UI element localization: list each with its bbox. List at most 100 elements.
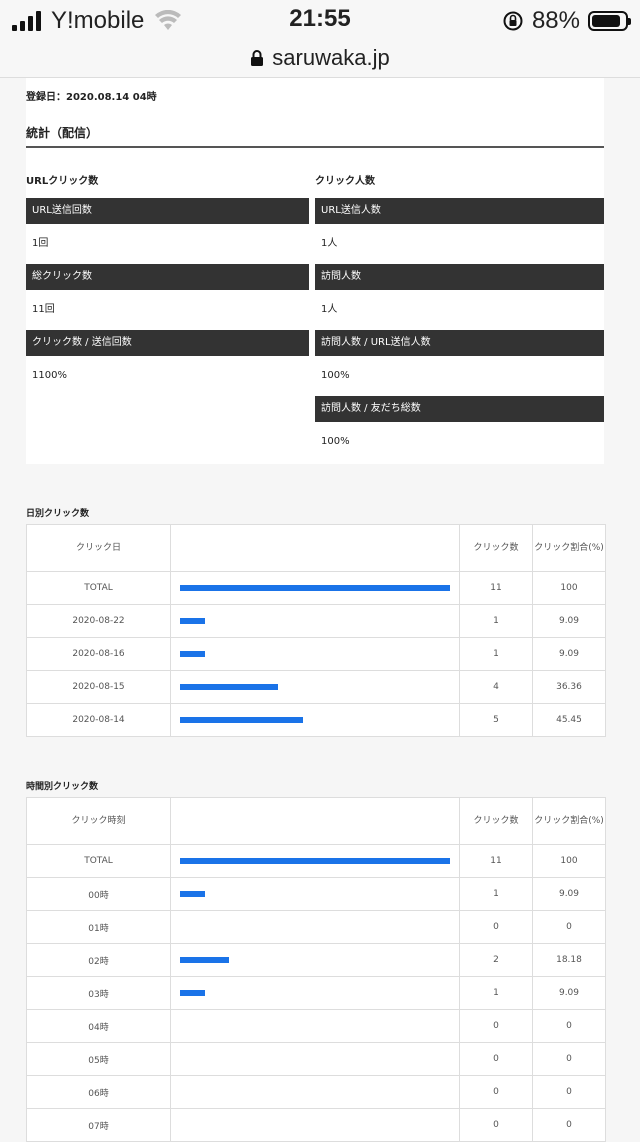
table-row: 2020-08-14 5 45.45 <box>26 703 606 737</box>
column-header: クリック割合(%) <box>532 797 606 845</box>
click-bar <box>180 957 229 963</box>
daily-table-title: 日別クリック数 <box>26 509 90 519</box>
click-bar <box>180 858 450 864</box>
column-header: クリック時刻 <box>26 797 171 845</box>
bar-cell <box>170 877 460 911</box>
click-count: 0 <box>459 1075 533 1109</box>
rotation-lock-icon <box>503 11 523 31</box>
click-percent: 100 <box>532 844 606 878</box>
bar-track <box>180 618 205 624</box>
bar-track <box>180 957 229 963</box>
click-people-title: クリック人数 <box>315 176 375 187</box>
stat-label: URL送信回数 <box>26 198 309 224</box>
hourly-table-title: 時間別クリック数 <box>26 782 99 792</box>
registered-date: 登録日：2020.08.14 04時 <box>26 92 157 103</box>
click-count: 4 <box>459 670 533 704</box>
click-percent: 0 <box>532 1108 606 1142</box>
bar-cell <box>170 1075 460 1109</box>
click-count: 1 <box>459 604 533 638</box>
stat-label: 訪問人数 / 友だち総数 <box>315 396 604 422</box>
click-count: 5 <box>459 703 533 737</box>
click-percent: 0 <box>532 1009 606 1043</box>
click-count: 0 <box>459 1009 533 1043</box>
bar-cell <box>170 1108 460 1142</box>
click-count: 11 <box>459 571 533 605</box>
row-label: 02時 <box>26 943 171 977</box>
bar-track <box>180 990 205 996</box>
bar-track <box>180 858 450 864</box>
column-header: クリック数 <box>459 524 533 572</box>
click-percent: 9.09 <box>532 877 606 911</box>
stat-label: 訪問人数 / URL送信人数 <box>315 330 604 356</box>
table-row: 2020-08-22 1 9.09 <box>26 604 606 638</box>
click-count: 2 <box>459 943 533 977</box>
stat-value: 1回 <box>32 238 49 249</box>
click-percent: 0 <box>532 1042 606 1076</box>
row-label: 2020-08-22 <box>26 604 171 638</box>
stat-value: 1人 <box>321 304 338 315</box>
daily-clicks-table: クリック日 クリック数 クリック割合(%) TOTAL 11 100 2020-08-… <box>26 524 606 737</box>
click-bar <box>180 585 450 591</box>
click-bar <box>180 891 205 897</box>
click-count: 1 <box>459 976 533 1010</box>
click-count: 0 <box>459 1042 533 1076</box>
table-header-row: クリック時刻 クリック数 クリック割合(%) <box>26 797 606 845</box>
click-percent: 0 <box>532 1075 606 1109</box>
stat-value: 1人 <box>321 238 338 249</box>
bar-cell <box>170 943 460 977</box>
row-label: 03時 <box>26 976 171 1010</box>
click-percent: 45.45 <box>532 703 606 737</box>
table-row: 2020-08-16 1 9.09 <box>26 637 606 671</box>
stat-value: 1100% <box>32 370 67 381</box>
bar-track <box>180 684 278 690</box>
bar-cell <box>170 844 460 878</box>
stat-value: 100% <box>321 436 350 447</box>
click-count: 11 <box>459 844 533 878</box>
table-row: 06時 0 0 <box>26 1075 606 1109</box>
hourly-clicks-table: クリック時刻 クリック数 クリック割合(%) TOTAL 11 100 00時 1 9.0… <box>26 797 606 1142</box>
click-bar <box>180 717 303 723</box>
bar-cell <box>170 976 460 1010</box>
table-row: 02時 2 18.18 <box>26 943 606 977</box>
bar-cell <box>170 571 460 605</box>
click-percent: 36.36 <box>532 670 606 704</box>
bar-track <box>180 717 303 723</box>
column-header: クリック数 <box>459 797 533 845</box>
click-bar <box>180 618 205 624</box>
address-bar[interactable]: saruwaka.jp <box>0 38 640 78</box>
bar-track <box>180 651 205 657</box>
bar-track <box>180 585 450 591</box>
table-row: TOTAL 11 100 <box>26 571 606 605</box>
click-count: 1 <box>459 637 533 671</box>
table-row: 05時 0 0 <box>26 1042 606 1076</box>
url-domain: saruwaka.jp <box>272 44 390 70</box>
bar-cell <box>170 1009 460 1043</box>
row-label: TOTAL <box>26 571 171 605</box>
column-header: クリック割合(%) <box>532 524 606 572</box>
click-percent: 9.09 <box>532 637 606 671</box>
table-row: 01時 0 0 <box>26 910 606 944</box>
section-title: 統計（配信） <box>26 112 604 148</box>
table-row: 00時 1 9.09 <box>26 877 606 911</box>
row-label: TOTAL <box>26 844 171 878</box>
row-label: 2020-08-14 <box>26 703 171 737</box>
click-bar <box>180 651 205 657</box>
table-row: TOTAL 11 100 <box>26 844 606 878</box>
row-label: 2020-08-15 <box>26 670 171 704</box>
click-people-column: クリック人数 URL送信人数 1人 訪問人数 1人 訪問人数 / URL送信人数… <box>315 172 604 462</box>
click-percent: 0 <box>532 910 606 944</box>
row-label: 04時 <box>26 1009 171 1043</box>
click-count: 0 <box>459 1108 533 1142</box>
table-row: 07時 0 0 <box>26 1108 606 1142</box>
bar-cell <box>170 910 460 944</box>
click-bar <box>180 684 278 690</box>
column-header <box>170 524 460 572</box>
click-count: 1 <box>459 877 533 911</box>
column-header <box>170 797 460 845</box>
stat-label: クリック数 / 送信回数 <box>26 330 309 356</box>
table-row: 03時 1 9.09 <box>26 976 606 1010</box>
click-percent: 9.09 <box>532 976 606 1010</box>
row-label: 07時 <box>26 1108 171 1142</box>
stat-value: 11回 <box>32 304 55 315</box>
row-label: 2020-08-16 <box>26 637 171 671</box>
